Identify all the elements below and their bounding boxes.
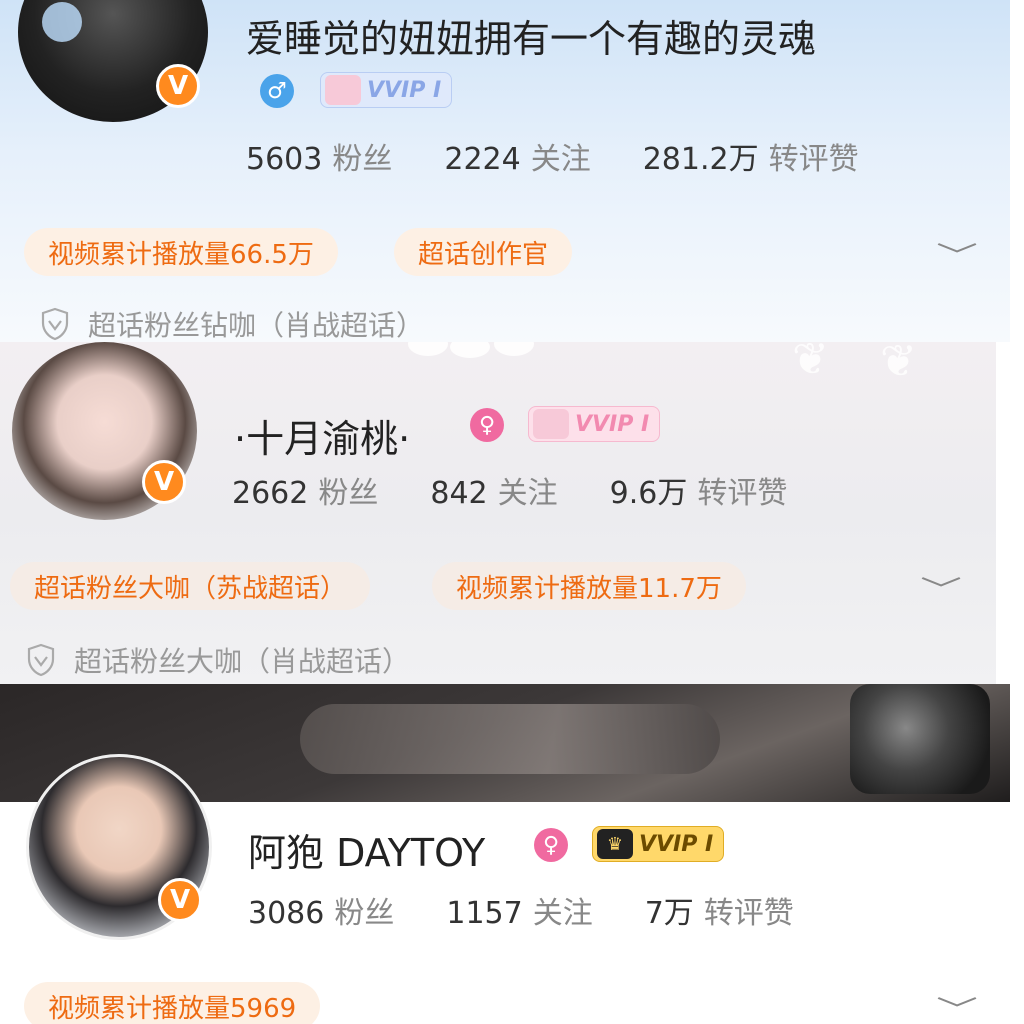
followers-label: 粉丝 (332, 142, 393, 177)
stats-row: 2662 粉丝 842 关注 9.6万 转评赞 (232, 468, 839, 512)
username: 阿狍 DAYTOY (248, 831, 486, 875)
username: 爱睡觉的妞妞拥有一个有趣的灵魂 (246, 17, 817, 61)
stats-row: 5603 粉丝 2224 关注 281.2万 转评赞 (246, 134, 911, 178)
vip-badge[interactable]: VVIP I (320, 72, 453, 108)
verified-badge: V (142, 460, 186, 504)
interactions-count: 7万 (644, 896, 694, 931)
tag-video-plays[interactable]: 视频累计播放量11.7万 (432, 562, 746, 610)
bear-icon (325, 75, 361, 105)
chevron-down-icon[interactable]: ﹀ (936, 236, 978, 273)
following-label: 关注 (530, 142, 591, 177)
tag-fan-level[interactable]: 超话粉丝大咖（苏战超话） (10, 562, 371, 610)
tag-video-plays[interactable]: 视频累计播放量66.5万 (24, 228, 338, 276)
bear-icon (533, 409, 569, 439)
tag-video-plays[interactable]: 视频累计播放量5969 (24, 982, 321, 1024)
following-count: 2224 (444, 142, 521, 177)
chevron-down-icon[interactable]: ﹀ (920, 570, 962, 607)
fan-badge-row[interactable]: 超话粉丝钻咖（肖战超话） (40, 304, 424, 342)
followers-stat[interactable]: 5603 粉丝 (246, 134, 392, 178)
interactions-stat[interactable]: 7万 转评赞 (645, 888, 794, 932)
profile-card-1: V 爱睡觉的妞妞拥有一个有趣的灵魂 ♂ VVIP I 5603 粉丝 2224 关注… (0, 0, 1010, 342)
following-stat[interactable]: 842 关注 (430, 468, 557, 512)
username: ·十月渝桃· (234, 417, 411, 461)
vip-badge[interactable]: ♛ VVIP I (592, 826, 725, 862)
lace-decoration (450, 342, 490, 358)
followers-stat[interactable]: 2662 粉丝 (232, 468, 378, 512)
followers-count: 5603 (246, 142, 323, 177)
following-count: 842 (430, 476, 488, 511)
profile-card-2: ❦ ❦ V ·十月渝桃· ♀ VVIP I 2662 粉丝 842 关注 9.6万转… (0, 342, 996, 684)
interactions-stat[interactable]: 9.6万 转评赞 (610, 468, 788, 512)
followers-count: 2662 (232, 476, 309, 511)
cover-detail (300, 704, 720, 774)
fan-badge-label: 超话粉丝钻咖（肖战超话） (88, 309, 425, 342)
profile-card-3: V 阿狍 DAYTOY ♀ ♛ VVIP I 3086 粉丝 1157 关注 7万转… (0, 684, 1024, 1024)
shield-icon (27, 643, 55, 677)
lace-decoration (408, 342, 448, 356)
vip-label: VVIP I (575, 411, 650, 437)
interactions-label: 转评赞 (703, 896, 794, 931)
interactions-label: 转评赞 (768, 142, 859, 177)
vip-label: VVIP I (639, 831, 714, 857)
followers-label: 粉丝 (334, 896, 395, 931)
chevron-down-icon[interactable]: ﹀ (936, 990, 978, 1024)
fan-badge-row[interactable]: 超话粉丝大咖（肖战超话） (26, 640, 410, 680)
interactions-label: 转评赞 (697, 476, 788, 511)
following-stat[interactable]: 1157 关注 (446, 888, 592, 932)
interactions-stat[interactable]: 281.2万 转评赞 (643, 134, 859, 178)
following-stat[interactable]: 2224 关注 (444, 134, 590, 178)
butterfly-icon: ❦ (792, 342, 829, 385)
following-count: 1157 (446, 896, 523, 931)
fan-badge-label: 超话粉丝大咖（肖战超话） (74, 645, 411, 678)
butterfly-icon: ❦ (880, 342, 917, 387)
following-label: 关注 (497, 476, 558, 511)
verified-badge: V (156, 64, 200, 108)
female-icon: ♀ (534, 828, 568, 862)
following-label: 关注 (532, 896, 593, 931)
interactions-count: 281.2万 (642, 142, 759, 177)
lace-decoration (494, 342, 534, 356)
paw-sticker-icon (42, 2, 82, 42)
male-icon: ♂ (260, 74, 294, 108)
followers-count: 3086 (248, 896, 325, 931)
interactions-count: 9.6万 (609, 476, 688, 511)
tag-creator[interactable]: 超话创作官 (394, 228, 573, 276)
female-icon: ♀ (470, 408, 504, 442)
vip-badge[interactable]: VVIP I (528, 406, 661, 442)
vip-label: VVIP I (367, 77, 442, 103)
stats-row: 3086 粉丝 1157 关注 7万 转评赞 (248, 888, 846, 932)
crown-icon: ♛ (597, 829, 633, 859)
followers-stat[interactable]: 3086 粉丝 (248, 888, 394, 932)
verified-badge: V (158, 878, 202, 922)
followers-label: 粉丝 (318, 476, 379, 511)
shield-icon (41, 307, 69, 341)
cover-detail (850, 684, 990, 794)
